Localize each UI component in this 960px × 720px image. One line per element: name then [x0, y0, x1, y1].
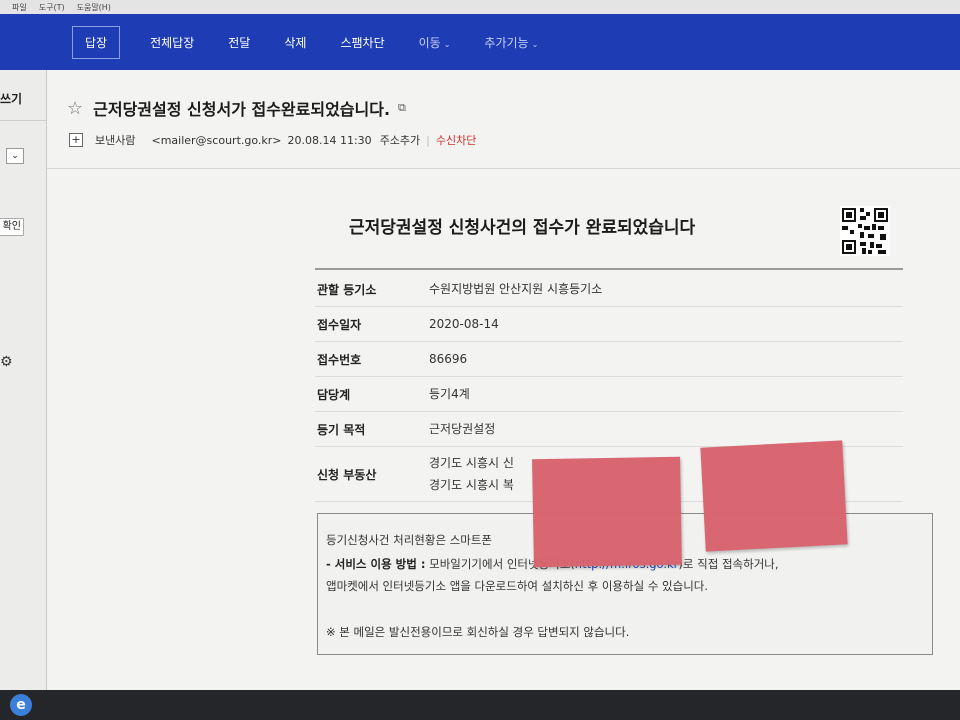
notice-line: ※ 본 메일은 발신전용이므로 회신하실 경우 답변되지 않습니다. — [326, 625, 630, 639]
row-value: 수원지방법원 안산지원 시흥등기소 — [429, 282, 603, 296]
chevron-down-icon: ⌄ — [11, 151, 19, 161]
mail-date: 20.08.14 11:30 — [287, 133, 372, 147]
reply-all-button[interactable]: 전체답장 — [150, 34, 194, 51]
table-row: 관할 등기소 수원지방법원 안산지원 시흥등기소 — [315, 272, 903, 307]
sender-label: 보낸사람 — [95, 134, 136, 147]
more-dropdown[interactable]: 추가기능 ⌄ — [484, 34, 538, 51]
notice-bold-label: - 서비스 이용 방법 : — [326, 557, 426, 571]
move-dropdown[interactable]: 이동 ⌄ — [419, 34, 451, 51]
sender-row: + 보낸사람 <mailer@scourt.go.kr> 20.08.14 11… — [69, 132, 476, 148]
row-label: 접수번호 — [317, 352, 362, 367]
table-row: 접수번호 86696 — [315, 342, 903, 377]
chevron-down-icon: ⌄ — [443, 39, 451, 49]
notice-line: 등기신청사건 처리현황은 스마트폰 — [326, 533, 493, 547]
row-value: 86696 — [429, 352, 468, 366]
row-value-line1: 경기도 시흥시 신 — [429, 456, 514, 470]
gear-icon[interactable]: ⚙ — [0, 354, 13, 370]
notice-text: )로 직접 접속하거나, — [678, 557, 779, 571]
row-value-line2: 경기도 시흥시 복 — [429, 478, 514, 492]
reply-button[interactable]: 답장 — [72, 25, 121, 59]
mail-content: ☆ 근저당권설정 신청서가 접수완료되었습니다. ⧉ + 보낸사람 <maile… — [47, 70, 960, 690]
forward-button[interactable]: 전달 — [228, 34, 250, 51]
expand-icon[interactable]: + — [69, 133, 83, 147]
menu-file[interactable]: 파일 — [12, 2, 27, 13]
notice-line: 앱마켓에서 인터넷등기소 앱을 다운로드하여 설치하신 후 이용하실 수 있습니… — [326, 579, 709, 593]
title-divider — [315, 268, 903, 270]
add-address-link[interactable]: 주소추가 — [380, 132, 420, 148]
table-row: 담당계 등기4계 — [315, 377, 903, 412]
move-label: 이동 — [418, 35, 441, 50]
menu-help[interactable]: 도움말(H) — [77, 2, 111, 13]
left-sidebar: 쓰기 ⌄ 확인 ⚙ — [0, 70, 47, 690]
row-label: 등기 목적 — [317, 422, 366, 437]
sticky-note-redaction — [700, 440, 848, 552]
more-label: 추가기능 — [484, 35, 529, 50]
mail-body-title: 근저당권설정 신청사건의 접수가 완료되었습니다 — [349, 218, 696, 238]
sidebar-select[interactable]: ⌄ — [6, 148, 24, 164]
row-value-multiline: 경기도 시흥시 신 경기도 시흥시 복 — [429, 452, 514, 496]
sender-email[interactable]: <mailer@scourt.go.kr> — [151, 134, 281, 147]
spam-block-button[interactable]: 스팸차단 — [340, 34, 384, 51]
row-value: 등기4계 — [429, 387, 470, 401]
row-label: 관할 등기소 — [317, 282, 377, 297]
delete-button[interactable]: 삭제 — [284, 34, 306, 51]
browser-icon[interactable]: e — [10, 694, 32, 716]
mail-subject: 근저당권설정 신청서가 접수완료되었습니다. — [93, 100, 391, 119]
row-value: 근저당권설정 — [429, 422, 496, 436]
mail-toolbar: 답장 전체답장 전달 삭제 스팸차단 이동 ⌄ 추가기능 ⌄ — [0, 14, 960, 70]
window-menu-strip: 파일 도구(T) 도움말(H) — [0, 0, 960, 15]
row-label: 신청 부동산 — [317, 467, 377, 482]
sticky-note-redaction — [532, 456, 682, 568]
copy-icon[interactable]: ⧉ — [398, 101, 406, 115]
star-icon[interactable]: ☆ — [67, 98, 83, 119]
header-divider — [47, 168, 960, 169]
menu-tools[interactable]: 도구(T) — [39, 2, 65, 13]
row-label: 담당계 — [317, 387, 351, 402]
row-label: 접수일자 — [317, 317, 362, 332]
chevron-down-icon: ⌄ — [531, 39, 539, 49]
sidebar-confirm-button[interactable]: 확인 — [0, 218, 24, 236]
table-row: 접수일자 2020-08-14 — [315, 307, 903, 342]
subject-row: ☆ 근저당권설정 신청서가 접수완료되었습니다. ⧉ — [67, 96, 406, 120]
row-value: 2020-08-14 — [429, 317, 499, 331]
taskbar: e — [0, 690, 960, 720]
block-receive-link[interactable]: 수신차단 — [436, 132, 476, 148]
qr-code-icon — [840, 206, 890, 256]
separator: | — [426, 133, 430, 147]
sidebar-divider — [0, 120, 46, 121]
compose-button[interactable]: 쓰기 — [0, 90, 22, 107]
